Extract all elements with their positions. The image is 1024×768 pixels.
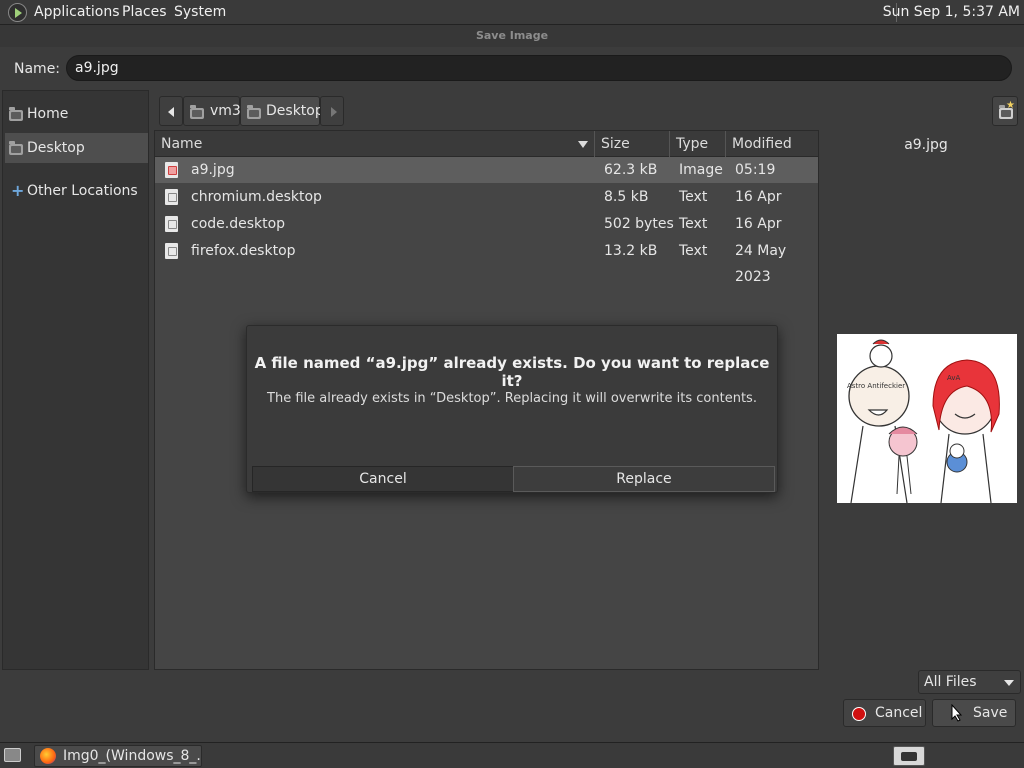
replace-confirmation-dialog: A file named “a9.jpg” already exists. Do… — [246, 325, 778, 493]
file-row-chromium-desktop[interactable]: chromium.desktop 8.5 kB Text 16 Apr — [155, 184, 818, 210]
preview-caption-left: Astro Antifeckier — [847, 382, 905, 390]
column-header: Name Size Type Modified — [155, 131, 818, 157]
places-sidebar: Home Desktop + Other Locations — [2, 90, 149, 670]
tray-indicator-icon[interactable] — [893, 746, 925, 766]
file-type-filter[interactable]: All Files — [918, 670, 1021, 694]
taskbar-window-label: Img0_(Windows_8_... — [63, 748, 202, 764]
dialog-title: Save Image — [475, 29, 549, 42]
taskbar-window-button[interactable]: Img0_(Windows_8_... — [34, 745, 202, 767]
cancel-icon — [852, 707, 866, 721]
dialog-titlebar[interactable]: Save Image — [0, 25, 1024, 47]
preview-filename: a9.jpg — [904, 137, 948, 153]
file-name: code.desktop — [191, 216, 286, 232]
file-row-firefox-desktop[interactable]: firefox.desktop 13.2 kB Text 24 May 2023 — [155, 238, 818, 285]
home-folder-icon — [190, 105, 204, 119]
path-back-button[interactable] — [159, 96, 183, 126]
path-segment-label: vm3 — [210, 103, 241, 119]
bottom-taskbar: Img0_(Windows_8_... — [0, 742, 1024, 768]
sidebar-item-other-locations[interactable]: + Other Locations — [5, 176, 148, 206]
confirm-replace-button[interactable]: Replace — [513, 466, 775, 492]
preview-caption-right: AvA — [947, 374, 961, 382]
save-button-label: Save — [973, 705, 1008, 721]
show-desktop-icon[interactable] — [4, 748, 21, 762]
file-row-code-desktop[interactable]: code.desktop 502 bytes Text 16 Apr — [155, 211, 818, 237]
path-forward-button[interactable] — [320, 96, 344, 126]
home-folder-icon — [9, 107, 23, 121]
file-modified: 24 May 2023 — [735, 243, 787, 285]
desktop-folder-icon — [9, 141, 23, 155]
confirmation-title: A file named “a9.jpg” already exists. Do… — [254, 354, 770, 390]
path-segment-label: Desktop — [266, 103, 324, 119]
firefox-icon — [40, 748, 56, 764]
sort-descending-icon — [578, 141, 588, 148]
file-modified: 16 Apr — [735, 189, 782, 205]
chevron-right-icon — [331, 107, 337, 117]
column-header-type[interactable]: Type — [670, 131, 726, 157]
chevron-down-icon — [1004, 680, 1014, 686]
save-image-dialog: Save Image Name: Home Desktop + Other Lo… — [0, 25, 1024, 767]
file-modified: 16 Apr — [735, 216, 782, 232]
file-name: a9.jpg — [191, 162, 235, 178]
chevron-left-icon — [168, 107, 174, 117]
file-name: chromium.desktop — [191, 189, 322, 205]
sidebar-item-label: Home — [27, 106, 69, 122]
text-file-icon — [165, 189, 178, 205]
file-modified: 05:19 — [735, 162, 776, 178]
menu-applications[interactable]: Applications — [34, 4, 120, 20]
file-type: Text — [679, 216, 708, 232]
file-size: 502 bytes — [604, 216, 674, 232]
preview-drawing: Astro Antifeckier AvA — [847, 339, 1000, 503]
star-icon: ★ — [1006, 100, 1015, 111]
image-preview: Astro Antifeckier AvA — [837, 334, 1017, 503]
file-name: firefox.desktop — [191, 243, 296, 259]
confirmation-message: The file already exists in “Desktop”. Re… — [267, 391, 757, 406]
column-header-size[interactable]: Size — [595, 131, 670, 157]
sidebar-item-label: Other Locations — [27, 183, 138, 199]
filter-selected-value: All Files — [924, 674, 977, 690]
save-button[interactable]: Save — [932, 699, 1016, 727]
column-header-name[interactable]: Name — [155, 131, 595, 157]
filename-input[interactable] — [66, 55, 1012, 81]
sidebar-item-label: Desktop — [27, 140, 85, 156]
file-type: Text — [679, 243, 708, 259]
text-file-icon — [165, 216, 178, 232]
sidebar-item-desktop[interactable]: Desktop — [5, 133, 148, 163]
clock[interactable]: Sun Sep 1, 5:37 AM — [883, 4, 1020, 20]
menu-places[interactable]: Places — [122, 4, 167, 20]
confirm-cancel-button[interactable]: Cancel — [252, 466, 514, 492]
text-file-icon — [165, 243, 178, 259]
cancel-button[interactable]: Cancel — [843, 699, 926, 727]
column-header-modified[interactable]: Modified — [726, 131, 818, 157]
file-size: 13.2 kB — [604, 243, 658, 259]
file-type: Text — [679, 189, 708, 205]
image-file-icon — [165, 162, 178, 178]
file-size: 62.3 kB — [604, 162, 658, 178]
app-menu-logo-icon[interactable] — [8, 3, 27, 22]
path-segment-desktop[interactable]: Desktop — [240, 96, 324, 126]
menu-system[interactable]: System — [174, 4, 226, 20]
file-size: 8.5 kB — [604, 189, 649, 205]
file-type: Image — [679, 162, 723, 178]
file-row-a9-jpg[interactable]: a9.jpg 62.3 kB Image 05:19 — [155, 157, 818, 183]
mouse-cursor-icon — [951, 704, 963, 722]
plus-icon: + — [11, 181, 25, 200]
cancel-button-label: Cancel — [875, 705, 923, 721]
create-folder-button[interactable]: ★ — [992, 96, 1018, 126]
sidebar-item-home[interactable]: Home — [5, 99, 148, 129]
path-segment-vm3[interactable]: vm3 — [183, 96, 241, 126]
top-panel: Applications Places System Sun Sep 1, 5:… — [0, 0, 1024, 25]
desktop-folder-icon — [247, 105, 261, 119]
name-label: Name: — [14, 61, 61, 77]
